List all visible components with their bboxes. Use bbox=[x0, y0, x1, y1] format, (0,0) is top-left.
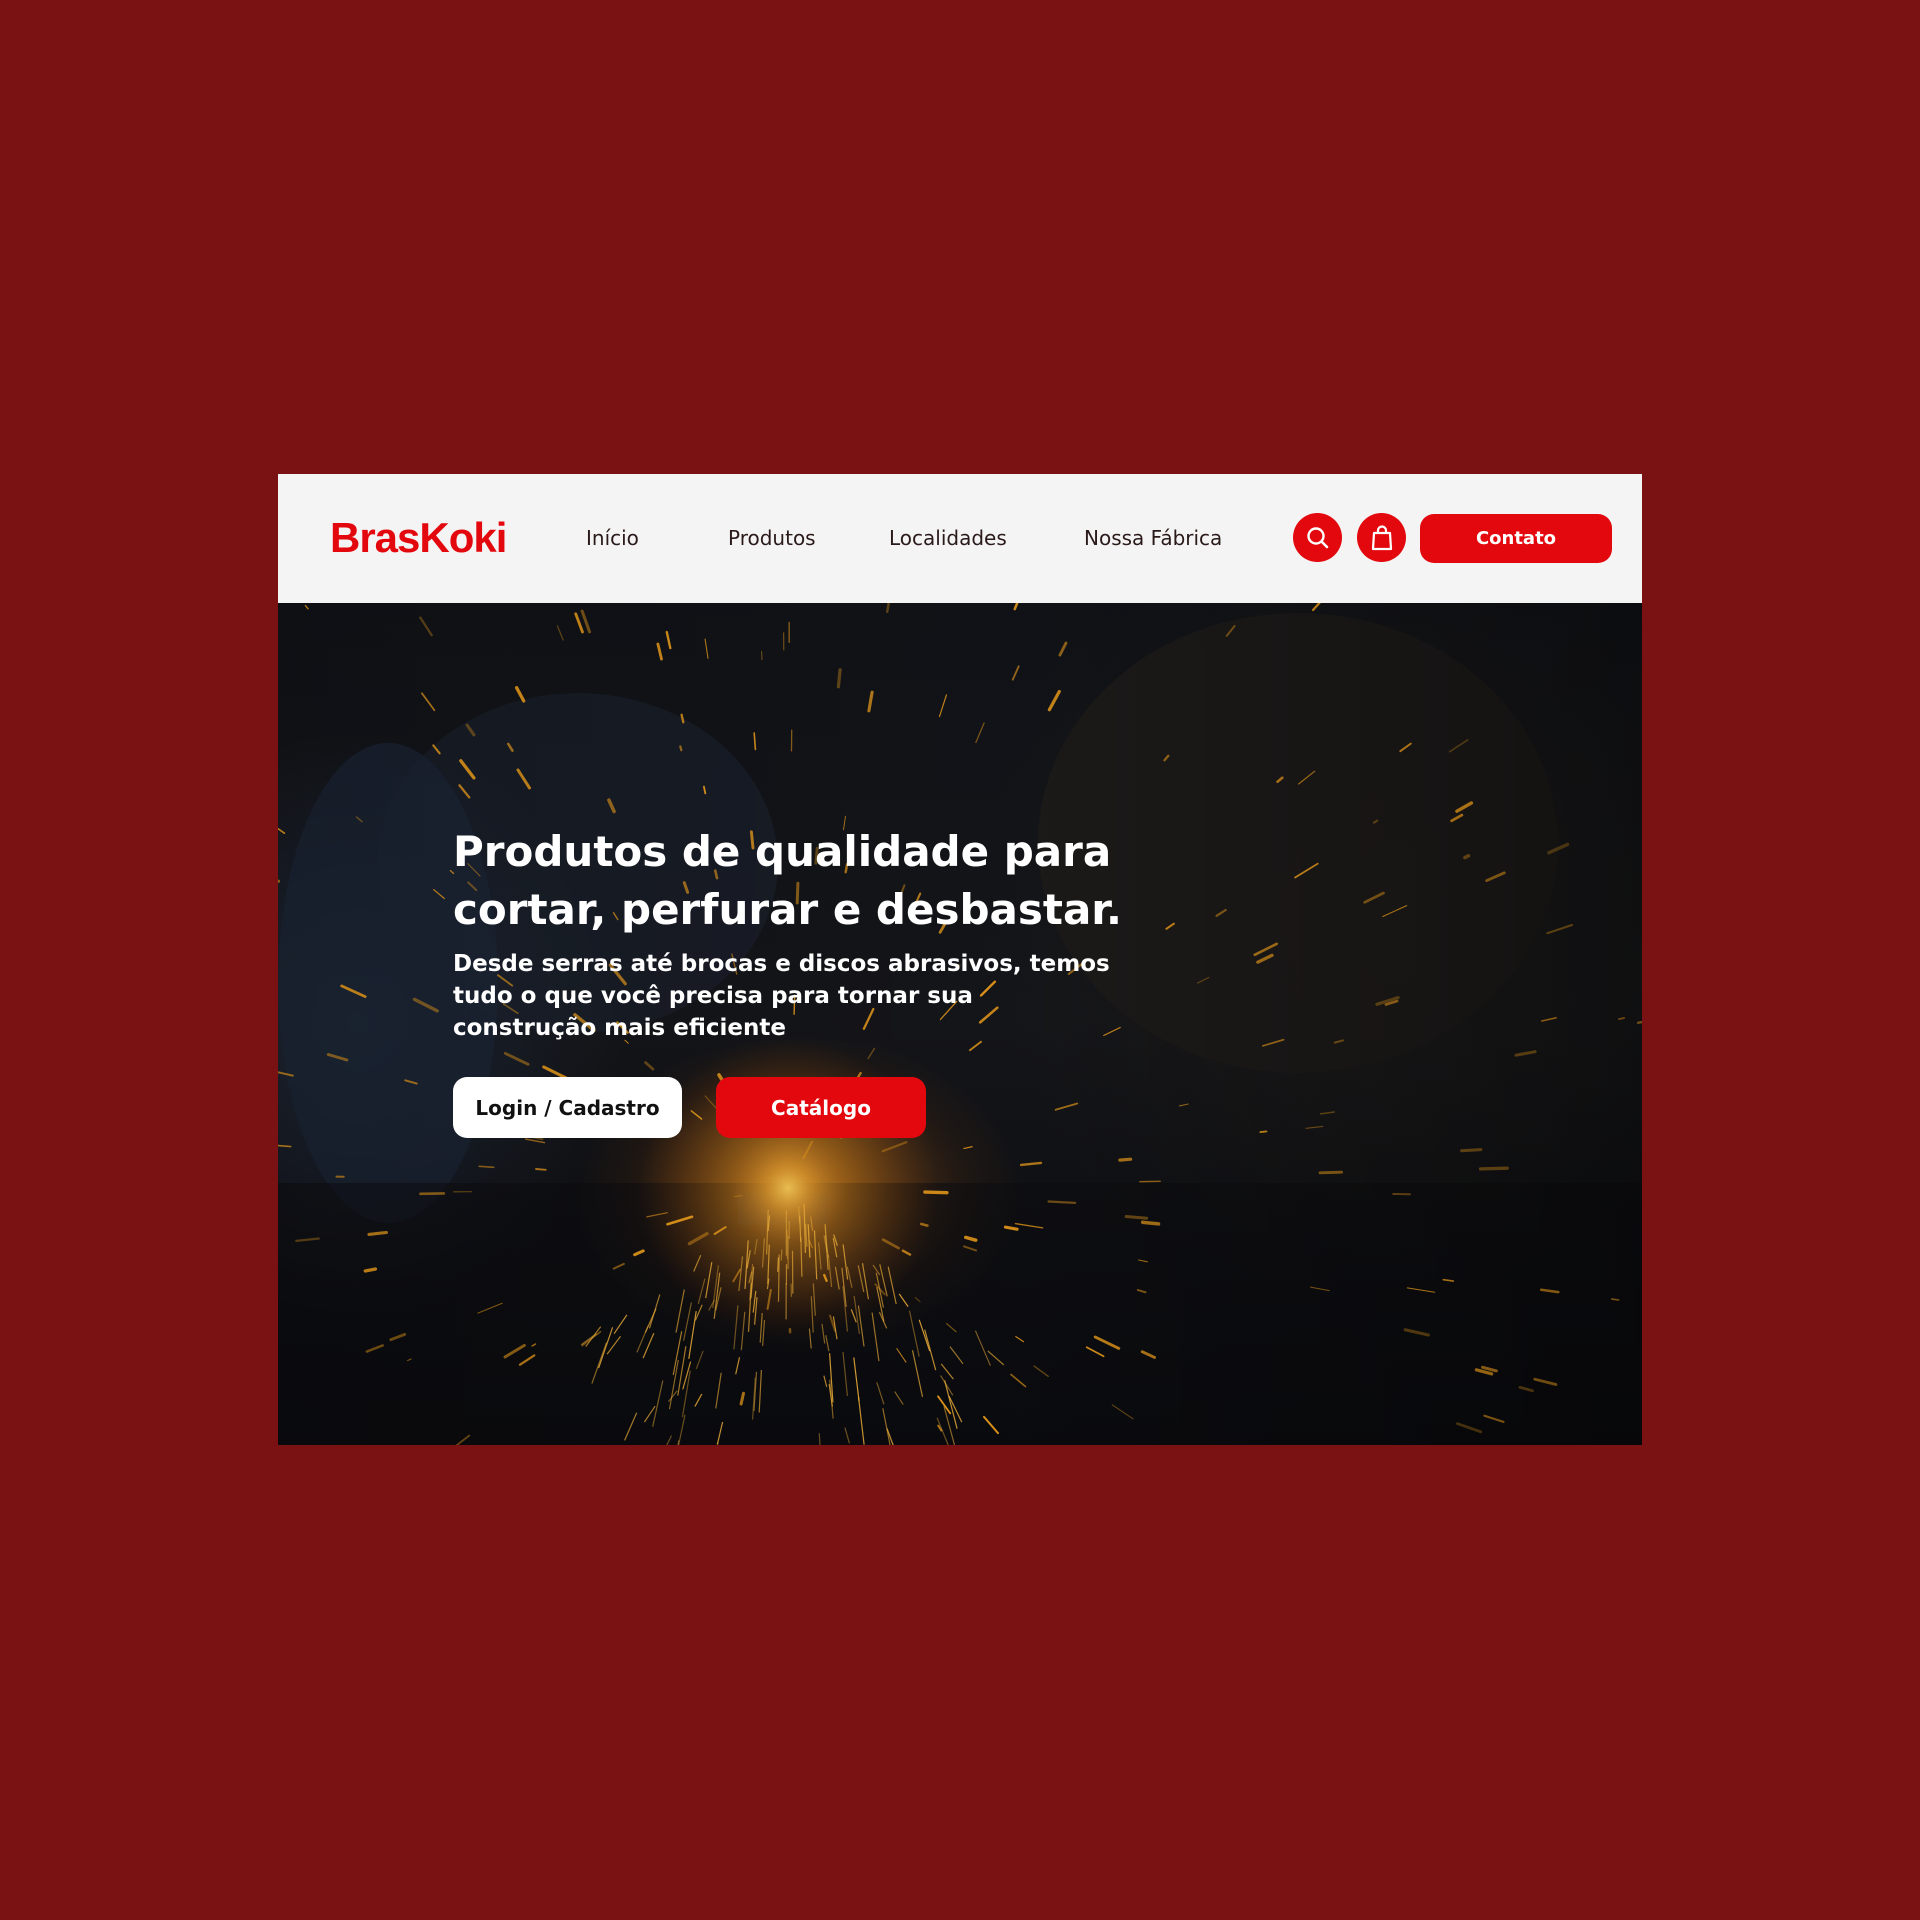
search-icon bbox=[1306, 526, 1328, 548]
nav-link-localidades[interactable]: Localidades bbox=[889, 526, 1007, 550]
nav-link-produtos[interactable]: Produtos bbox=[728, 526, 816, 550]
hero-title-line-1: Produtos de qualidade para bbox=[453, 827, 1112, 876]
login-register-button[interactable]: Login / Cadastro bbox=[453, 1077, 682, 1138]
navbar: BrasKoki Início Produtos Localidades Nos… bbox=[278, 474, 1642, 603]
contact-button[interactable]: Contato bbox=[1420, 514, 1612, 563]
hero-subtitle-line-2: tudo o que você precisa para tornar sua bbox=[453, 983, 973, 1009]
website-mockup: BrasKoki Início Produtos Localidades Nos… bbox=[278, 474, 1642, 1445]
hero-subtitle-line-1: Desde serras até brocas e discos abrasiv… bbox=[453, 951, 1110, 977]
nav-link-nossa-fabrica[interactable]: Nossa Fábrica bbox=[1084, 526, 1222, 550]
catalog-button[interactable]: Catálogo bbox=[716, 1077, 926, 1138]
cart-button[interactable] bbox=[1357, 513, 1406, 562]
hero-section: Produtos de qualidade para cortar, perfu… bbox=[278, 603, 1642, 1445]
hero-title-line-2: cortar, perfurar e desbastar. bbox=[453, 885, 1122, 934]
shopping-bag-icon bbox=[1371, 524, 1392, 550]
nav-link-inicio[interactable]: Início bbox=[586, 526, 639, 550]
hero-subtitle-line-3: construção mais eficiente bbox=[453, 1015, 786, 1041]
brand-logo[interactable]: BrasKoki bbox=[330, 514, 507, 562]
search-button[interactable] bbox=[1293, 513, 1342, 562]
hero-title: Produtos de qualidade para cortar, perfu… bbox=[453, 823, 1213, 939]
hero-subtitle: Desde serras até brocas e discos abrasiv… bbox=[453, 948, 1153, 1044]
